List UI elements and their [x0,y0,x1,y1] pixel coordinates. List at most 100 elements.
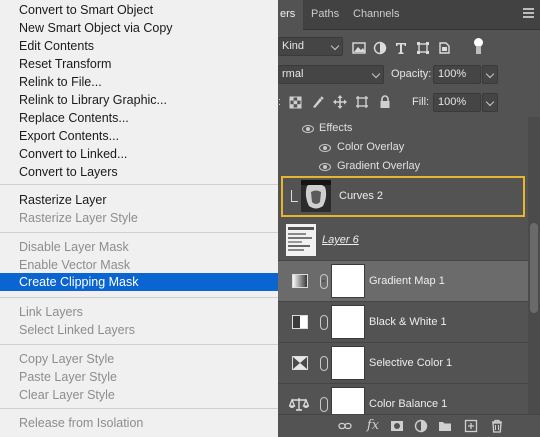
filter-adjustment-icon[interactable] [373,41,387,55]
lock-transparency-icon[interactable] [289,96,302,109]
mask-link-icon[interactable] [320,315,328,330]
layer-thumbnail [301,180,331,212]
effect-color-overlay[interactable]: Color Overlay [278,138,528,157]
opacity-dropdown-button[interactable] [482,65,498,84]
opacity-label: Opacity: [391,68,432,80]
effect-label: Gradient Overlay [337,160,421,172]
filter-type-icon[interactable] [394,41,408,55]
menu-item-copy-layer-style: Copy Layer Style [19,352,115,366]
layer-row-gradient-map-1[interactable]: Gradient Map 1 [278,260,528,301]
filter-shape-icon[interactable] [416,41,430,55]
scrollbar-thumb[interactable] [530,223,538,313]
effect-label: Color Overlay [337,141,405,153]
menu-item-replace-contents[interactable]: Replace Contents... [0,109,278,127]
opacity-value: 100% [438,68,467,80]
tab-channels[interactable]: Channels [346,0,406,30]
blend-mode-dropdown[interactable]: rmal [278,65,384,84]
layer-name: Curves 2 [339,190,384,202]
menu-item-edit-contents[interactable]: Edit Contents [0,37,278,55]
layer-name: Black & White 1 [369,316,447,328]
menu-item-new-smart-object-via-copy[interactable]: New Smart Object via Copy [0,19,278,37]
mask-link-icon[interactable] [320,397,328,412]
color-balance-icon [289,398,309,411]
folder-icon[interactable] [438,419,452,433]
menu-item-link-layers: Link Layers [19,305,83,319]
panel-menu-icon[interactable] [523,8,534,18]
layer-thumbnail [286,224,316,256]
filter-smart-object-icon[interactable] [437,41,451,55]
menu-item-reset-transform[interactable]: Reset Transform [0,55,278,73]
menu-item-convert-to-smart-object[interactable]: Convert to Smart Object [0,1,278,19]
new-layer-icon[interactable] [464,419,478,433]
layer-name: Selective Color 1 [369,357,453,369]
selective-color-icon [292,356,308,370]
fill-value: 100% [438,96,467,108]
menu-separator [0,232,278,233]
menu-item-convert-to-linked[interactable]: Convert to Linked... [0,145,278,163]
layer-row-curves-2[interactable]: Curves 2 [281,176,525,217]
trash-icon[interactable] [490,419,504,433]
menu-item-rasterize-layer-style: Rasterize Layer Style [19,211,138,225]
filter-kind-dropdown[interactable]: Kind [278,37,343,56]
tab-paths[interactable]: Paths [304,0,346,30]
layer-name: Layer 6 [322,234,359,246]
eye-icon[interactable] [319,144,331,152]
menu-separator [0,408,278,409]
menu-item-paste-layer-style: Paste Layer Style [19,370,117,384]
layer-mask-thumbnail[interactable] [331,264,365,298]
blend-mode-label: rmal [282,68,304,80]
lock-all-icon[interactable] [379,95,391,109]
menu-separator [0,297,278,298]
effect-gradient-overlay[interactable]: Gradient Overlay [278,157,528,176]
eye-icon[interactable] [319,163,331,171]
effects-row[interactable]: Effects [278,119,528,138]
lock-position-icon[interactable] [333,95,347,109]
menu-separator [0,344,278,345]
tab-layers[interactable]: ers [278,0,304,31]
lock-artboard-icon[interactable] [355,95,369,109]
menu-item-clear-layer-style: Clear Layer Style [19,388,115,402]
layer-name: Gradient Map 1 [369,275,445,287]
layer-row-selective-color-1[interactable]: Selective Color 1 [278,342,528,383]
menu-item-release-from-isolation: Release from Isolation [19,416,144,430]
fill-field[interactable]: 100% [433,93,481,112]
opacity-field[interactable]: 100% [433,65,481,84]
context-menu: Convert to Smart Object New Smart Object… [0,0,278,437]
menu-item-enable-vector-mask: Enable Vector Mask [19,258,131,272]
layers-bottom-bar: fx [278,414,540,437]
menu-item-export-contents[interactable]: Export Contents... [0,127,278,145]
menu-item-convert-to-layers[interactable]: Convert to Layers [0,163,278,181]
layer-row-layer-6[interactable]: Layer 6 [278,220,528,261]
panel-tab-bar: ers Paths Channels [278,0,540,31]
layers-panel: ers Paths Channels Kind rmal Opacity: 10… [278,0,540,437]
filter-toggle-stem [476,46,481,54]
filter-kind-label: Kind [282,40,305,52]
fill-label: Fill: [412,96,430,108]
menu-separator [0,184,278,185]
link-icon[interactable] [338,419,352,433]
effects-label: Effects [319,122,353,134]
menu-item-rasterize-layer[interactable]: Rasterize Layer [0,191,278,209]
eye-icon[interactable] [302,125,314,133]
menu-item-create-clipping-mask[interactable]: Create Clipping Mask [0,273,278,291]
layer-mask-thumbnail[interactable] [331,346,365,380]
layer-mask-thumbnail[interactable] [331,305,365,339]
layer-row-black-white-1[interactable]: Black & White 1 [278,301,528,342]
menu-item-disable-layer-mask: Disable Layer Mask [19,240,129,254]
gradient-map-icon [292,274,308,288]
clip-arrow-icon [291,190,298,202]
menu-item-relink-to-library-graphic[interactable]: Relink to Library Graphic... [0,91,278,109]
mask-link-icon[interactable] [320,356,328,371]
lock-image-pixels-icon[interactable] [311,95,325,109]
black-white-icon [292,315,308,329]
mask-icon[interactable] [390,419,404,433]
mask-link-icon[interactable] [320,274,328,289]
menu-item-relink-to-file[interactable]: Relink to File... [0,73,278,91]
menu-item-select-linked-layers: Select Linked Layers [19,323,136,337]
fill-dropdown-button[interactable] [482,93,498,112]
fx-icon[interactable]: fx [366,419,380,433]
adjustment-icon[interactable] [414,419,428,433]
layers-scrollbar[interactable] [528,117,540,422]
lock-label-fragment: : [278,96,282,108]
filter-pixel-icon[interactable] [352,41,366,55]
